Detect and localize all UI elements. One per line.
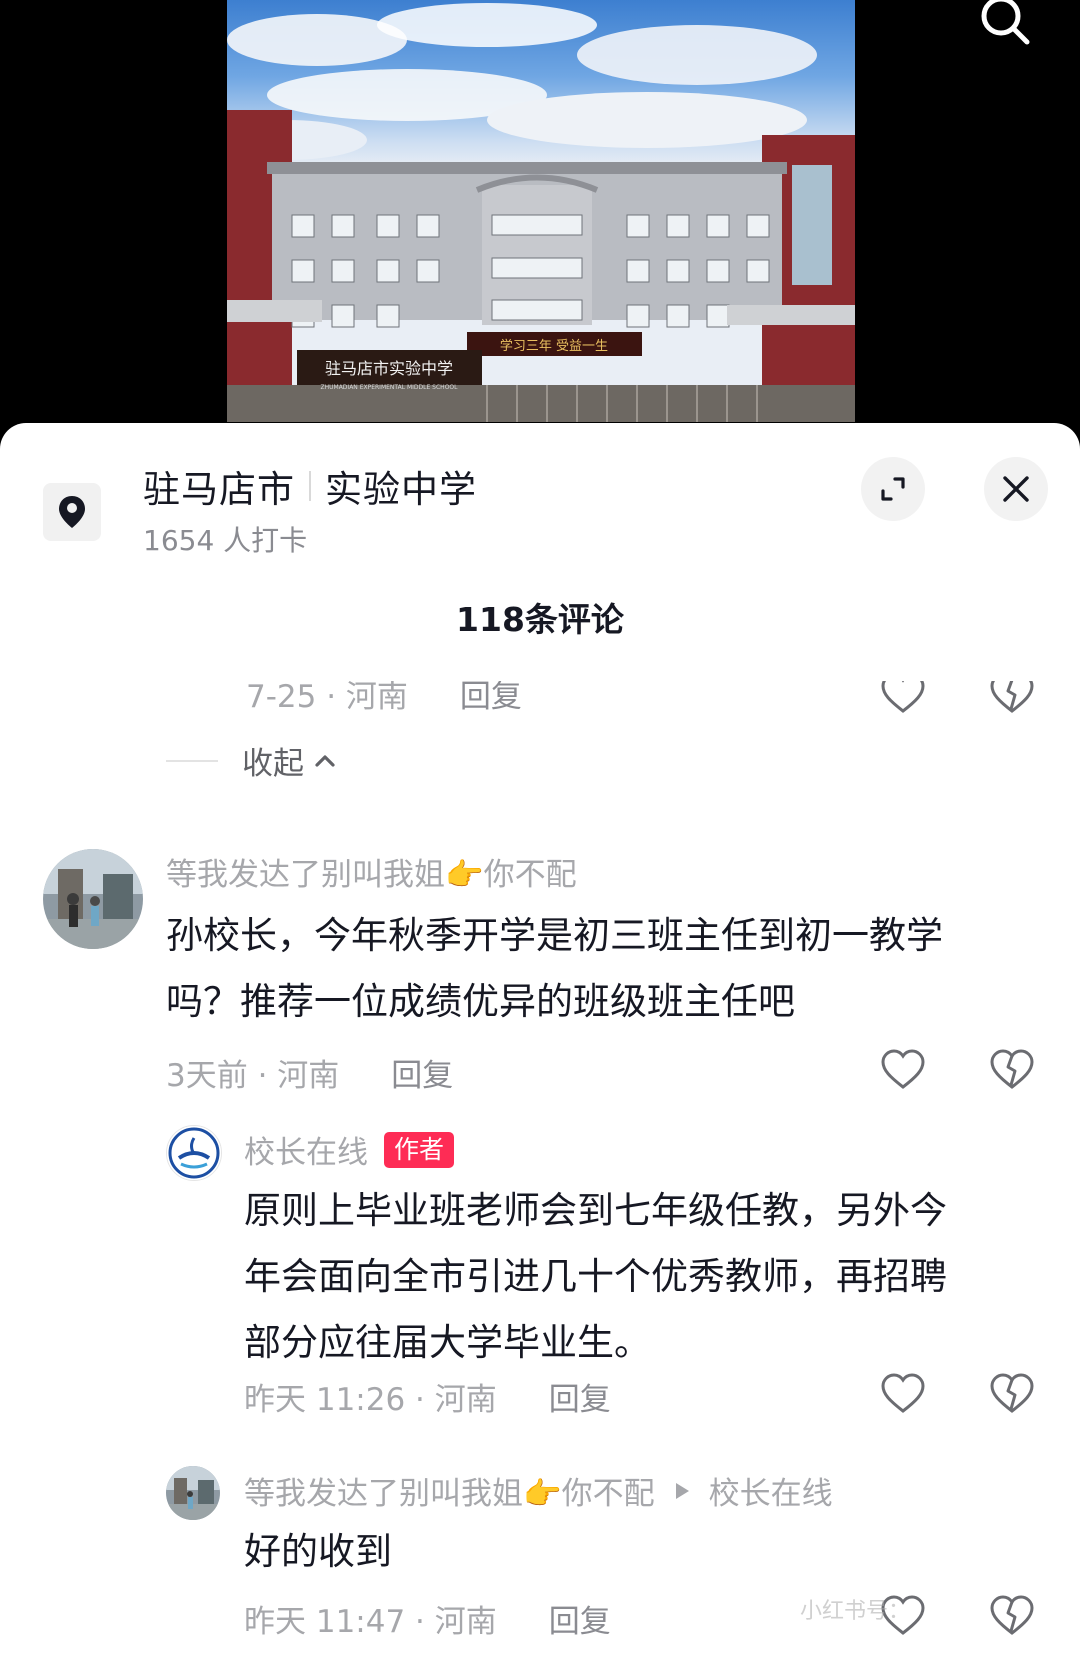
reply2-reply-button[interactable]: 回复 [549, 1596, 611, 1641]
author-badge: 作者 [384, 1131, 455, 1168]
location-city: 驻马店市 [143, 468, 295, 511]
broken-heart-icon[interactable] [989, 1371, 1035, 1417]
comment-sheet: 驻马店市 实验中学 1654 人打卡 118条评论 7-25 · 河南 回复 收… [0, 423, 1080, 1666]
checkin-count: 1654 人打卡 [143, 524, 308, 557]
reply2-meta: 昨天 11:47 · 河南 回复 [244, 1596, 611, 1641]
close-button[interactable] [984, 457, 1048, 521]
reply1-reply-button[interactable]: 回复 [549, 1374, 611, 1419]
reply1-username-row: 校长在线 作者 [244, 1127, 455, 1172]
collapse-divider [166, 759, 218, 762]
reply1-text-line-2: 年会面向全市引进几十个优秀教师，再招聘 [244, 1255, 947, 1298]
title-divider [309, 471, 311, 501]
banner-text: 学习三年 受益一生 [500, 338, 608, 354]
comment-time: 3天前 · 河南 [166, 1058, 340, 1094]
comment-text-line-1: 孙校长，今年秋季开学是初三班主任到初一教学 [166, 914, 943, 957]
reply1-text-line-3: 部分应往届大学毕业生。 [244, 1321, 651, 1364]
reply1-text: 原则上毕业班老师会到七年级任教，另外今 年会面向全市引进几十个优秀教师，再招聘 … [244, 1178, 947, 1376]
reply2-avatar[interactable] [166, 1466, 220, 1520]
heart-icon[interactable] [880, 1047, 926, 1093]
prev-reply-button[interactable]: 回复 [460, 681, 522, 716]
reply1-username[interactable]: 校长在线 [244, 1127, 368, 1172]
comment-reply-button[interactable]: 回复 [391, 1050, 453, 1095]
search-icon [981, 0, 1030, 45]
expand-icon [881, 477, 905, 501]
post-media-area[interactable]: 学习三年 受益一生 驻马店市实验中学 ZHUMADIAN EXPERIMENTA… [0, 0, 1080, 440]
comment-meta: 3天前 · 河南 回复 [166, 1050, 453, 1095]
heart-icon[interactable] [880, 1371, 926, 1417]
heart-icon[interactable] [880, 671, 926, 717]
broken-heart-icon[interactable] [989, 671, 1035, 717]
play-arrow-icon [675, 1482, 689, 1499]
comment-username[interactable]: 等我发达了别叫我姐👉你不配 [166, 849, 577, 894]
reply2-text: 好的收到 [244, 1530, 392, 1573]
avatar[interactable] [43, 849, 143, 949]
expand-button[interactable] [861, 457, 925, 521]
prev-comment-time: 7-25 · 河南 [246, 679, 408, 715]
reply2-time: 昨天 11:47 · 河南 [244, 1604, 497, 1640]
broken-heart-icon[interactable] [989, 1047, 1035, 1093]
reply1-meta: 昨天 11:26 · 河南 回复 [244, 1374, 611, 1419]
comment-text: 孙校长，今年秋季开学是初三班主任到初一教学 吗？推荐一位成绩优异的班级班主任吧 [166, 903, 943, 1035]
reply1-text-line-1: 原则上毕业班老师会到七年级任教，另外今 [244, 1189, 947, 1232]
reply2-username[interactable]: 等我发达了别叫我姐👉你不配 [244, 1468, 655, 1513]
chevron-up-icon [315, 754, 335, 767]
location-place: 实验中学 [325, 468, 477, 511]
reply2-username-row: 等我发达了别叫我姐👉你不配 校长在线 [244, 1468, 833, 1513]
author-avatar[interactable] [166, 1125, 222, 1181]
location-pin-icon [59, 496, 85, 528]
school-photo: 学习三年 受益一生 驻马店市实验中学 ZHUMADIAN EXPERIMENTA… [227, 0, 855, 422]
reply2-target[interactable]: 校长在线 [709, 1468, 833, 1513]
signboard-en: ZHUMADIAN EXPERIMENTAL MIDDLE SCHOOL [321, 384, 459, 391]
close-icon [1003, 476, 1029, 502]
collapse-replies-button[interactable]: 收起 [166, 738, 338, 783]
watermark: 小红书号： [800, 1599, 911, 1624]
comment-text-line-2: 吗？推荐一位成绩优异的班级班主任吧 [166, 980, 795, 1023]
location-pin-button[interactable] [43, 483, 101, 541]
prev-comment-meta: 7-25 · 河南 回复 [246, 679, 522, 716]
signboard-cn: 驻马店市实验中学 [325, 359, 453, 378]
search-button[interactable] [975, 0, 1035, 52]
comments-header: 118条评论 [456, 600, 624, 639]
collapse-label: 收起 [242, 746, 304, 782]
reply1-time: 昨天 11:26 · 河南 [244, 1382, 497, 1418]
location-title[interactable]: 驻马店市 实验中学 [143, 459, 477, 513]
